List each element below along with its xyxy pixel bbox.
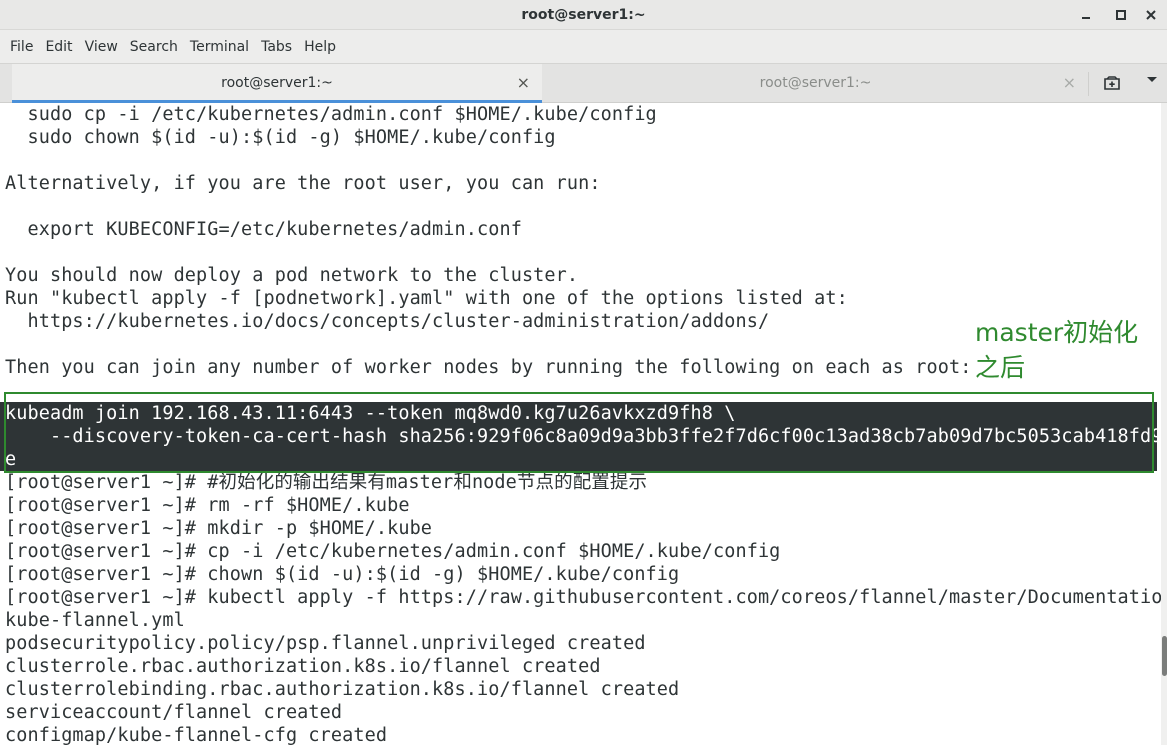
terminal-line: Run "kubectl apply -f [podnetwork].yaml"… (5, 288, 848, 309)
menu-view[interactable]: View (79, 30, 124, 63)
menu-terminal[interactable]: Terminal (184, 30, 255, 63)
tab-separator (1088, 72, 1089, 96)
terminal-line: clusterrole.rbac.authorization.k8s.io/fl… (5, 656, 601, 677)
tab-bar: root@server1:~ × root@server1:~ × (0, 63, 1167, 103)
terminal-line: [root@server1 ~]# #初始化的输出结果有master和node节… (5, 472, 648, 493)
terminal-line: podsecuritypolicy.policy/psp.flannel.unp… (5, 633, 646, 654)
menu-tabs[interactable]: Tabs (255, 30, 298, 63)
menu-help[interactable]: Help (298, 30, 342, 63)
terminal-line: Alternatively, if you are the root user,… (5, 173, 601, 194)
tab-close-icon[interactable]: × (1063, 64, 1076, 101)
terminal-line-selected: kubeadm join 192.168.43.11:6443 --token … (0, 402, 1157, 425)
tab-label: root@server1:~ (221, 75, 333, 91)
title-bar: root@server1:~ (0, 0, 1167, 30)
menu-file[interactable]: File (4, 30, 39, 63)
terminal-line-selected: --discovery-token-ca-cert-hash sha256:92… (0, 425, 1157, 448)
maximize-icon[interactable] (1110, 4, 1132, 26)
scrollbar-thumb[interactable] (1162, 636, 1167, 676)
terminal-line-selected: e (0, 448, 1157, 471)
terminal-line: [root@server1 ~]# chown $(id -u):$(id -g… (5, 564, 680, 585)
terminal-line: [root@server1 ~]# kubectl apply -f https… (5, 587, 1161, 608)
tab-inactive[interactable]: root@server1:~ × (543, 64, 1088, 103)
new-tab-icon[interactable] (1097, 64, 1127, 103)
terminal-line: You should now deploy a pod network to t… (5, 265, 579, 286)
annotation-label: master初始化之后 (975, 318, 1139, 382)
window-title: root@server1:~ (521, 7, 646, 23)
tab-label: root@server1:~ (759, 75, 872, 91)
terminal-view[interactable]: sudo cp -i /etc/kubernetes/admin.conf $H… (0, 103, 1161, 745)
tab-active[interactable]: root@server1:~ × (12, 64, 542, 103)
scrollbar[interactable] (1161, 103, 1167, 745)
terminal-output: sudo cp -i /etc/kubernetes/admin.conf $H… (0, 103, 1161, 745)
terminal-line: clusterrolebinding.rbac.authorization.k8… (5, 679, 680, 700)
terminal-line: [root@server1 ~]# cp -i /etc/kubernetes/… (5, 541, 781, 562)
terminal-line: export KUBECONFIG=/etc/kubernetes/admin.… (5, 219, 522, 240)
terminal-line: [root@server1 ~]# mkdir -p $HOME/.kube (5, 518, 433, 539)
chevron-down-icon[interactable] (1137, 64, 1167, 103)
terminal-line: kube-flannel.yml (5, 610, 185, 631)
menu-search[interactable]: Search (124, 30, 184, 63)
menu-edit[interactable]: Edit (39, 30, 78, 63)
minimize-icon[interactable] (1075, 4, 1097, 26)
close-icon[interactable] (1140, 4, 1162, 26)
terminal-line: sudo chown $(id -u):$(id -g) $HOME/.kube… (5, 127, 556, 148)
terminal-line: serviceaccount/flannel created (5, 702, 343, 723)
terminal-line: sudo cp -i /etc/kubernetes/admin.conf $H… (5, 104, 657, 125)
menu-bar: File Edit View Search Terminal Tabs Help (0, 30, 1167, 63)
terminal-line: [root@server1 ~]# rm -rf $HOME/.kube (5, 495, 410, 516)
terminal-line: configmap/kube-flannel-cfg created (5, 725, 388, 745)
tab-close-icon[interactable]: × (517, 64, 530, 101)
